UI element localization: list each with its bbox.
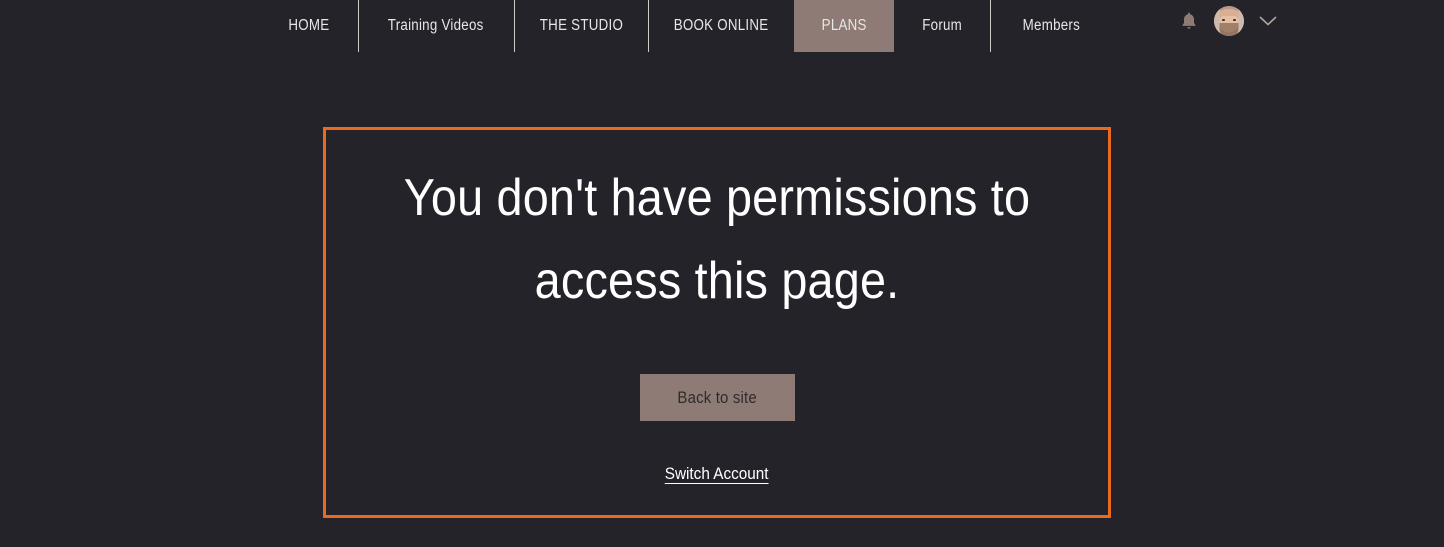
nav-item-members-label-wrap: Members [1022, 0, 1079, 52]
avatar-eye-right [1233, 18, 1236, 21]
nav-item-home[interactable]: HOME [260, 0, 358, 52]
nav-item-the-studio[interactable]: THE STUDIO [514, 0, 648, 52]
avatar-head-top [1219, 9, 1239, 16]
back-to-site-button-label: Back to site [677, 387, 757, 407]
nav-item-home-label: HOME [288, 17, 330, 34]
avatar-background-right [1238, 6, 1244, 36]
nav-item-book-online[interactable]: BOOK ONLINE [648, 0, 794, 52]
permission-denied-panel: You don't have permissions to access thi… [323, 127, 1111, 518]
switch-account-link[interactable]: Switch Account [659, 464, 774, 484]
switch-account-link-label: Switch Account [665, 464, 769, 483]
nav-item-forum[interactable]: Forum [894, 0, 990, 52]
nav-item-forum-label-wrap: Forum [922, 0, 962, 52]
chevron-down-icon[interactable] [1254, 7, 1282, 35]
avatar[interactable] [1214, 6, 1244, 36]
nav-item-plans-label: PLANS [821, 17, 867, 34]
nav-item-book-online-label: BOOK ONLINE [673, 17, 769, 34]
nav-item-book-online-label-wrap: BOOK ONLINE [674, 0, 769, 52]
avatar-eye-left [1222, 18, 1225, 21]
nav-item-plans-label-wrap: PLANS [821, 0, 866, 52]
nav-item-the-studio-label-wrap: THE STUDIO [539, 0, 622, 52]
nav-item-forum-label: Forum [922, 17, 962, 34]
nav-item-training-videos-label: Training Videos [388, 17, 484, 34]
nav-item-members[interactable]: Members [990, 0, 1112, 52]
bell-icon[interactable] [1174, 6, 1204, 36]
nav-item-training-videos[interactable]: Training Videos [358, 0, 514, 52]
nav-item-plans[interactable]: PLANS [794, 0, 894, 52]
header-tools [1174, 0, 1282, 42]
nav-item-members-label: Members [1022, 17, 1080, 34]
nav-item-the-studio-label: THE STUDIO [539, 17, 623, 34]
nav-item-home-label-wrap: HOME [288, 0, 329, 52]
nav-item-training-videos-label-wrap: Training Videos [388, 0, 484, 52]
back-to-site-button[interactable]: Back to site [639, 374, 795, 421]
site-header: HOME Training Videos THE STUDIO BOOK ONL… [0, 0, 1444, 52]
page-title: You don't have permissions to access thi… [403, 169, 1031, 310]
avatar-beard [1219, 22, 1239, 36]
main-navigation: HOME Training Videos THE STUDIO BOOK ONL… [260, 0, 1112, 52]
